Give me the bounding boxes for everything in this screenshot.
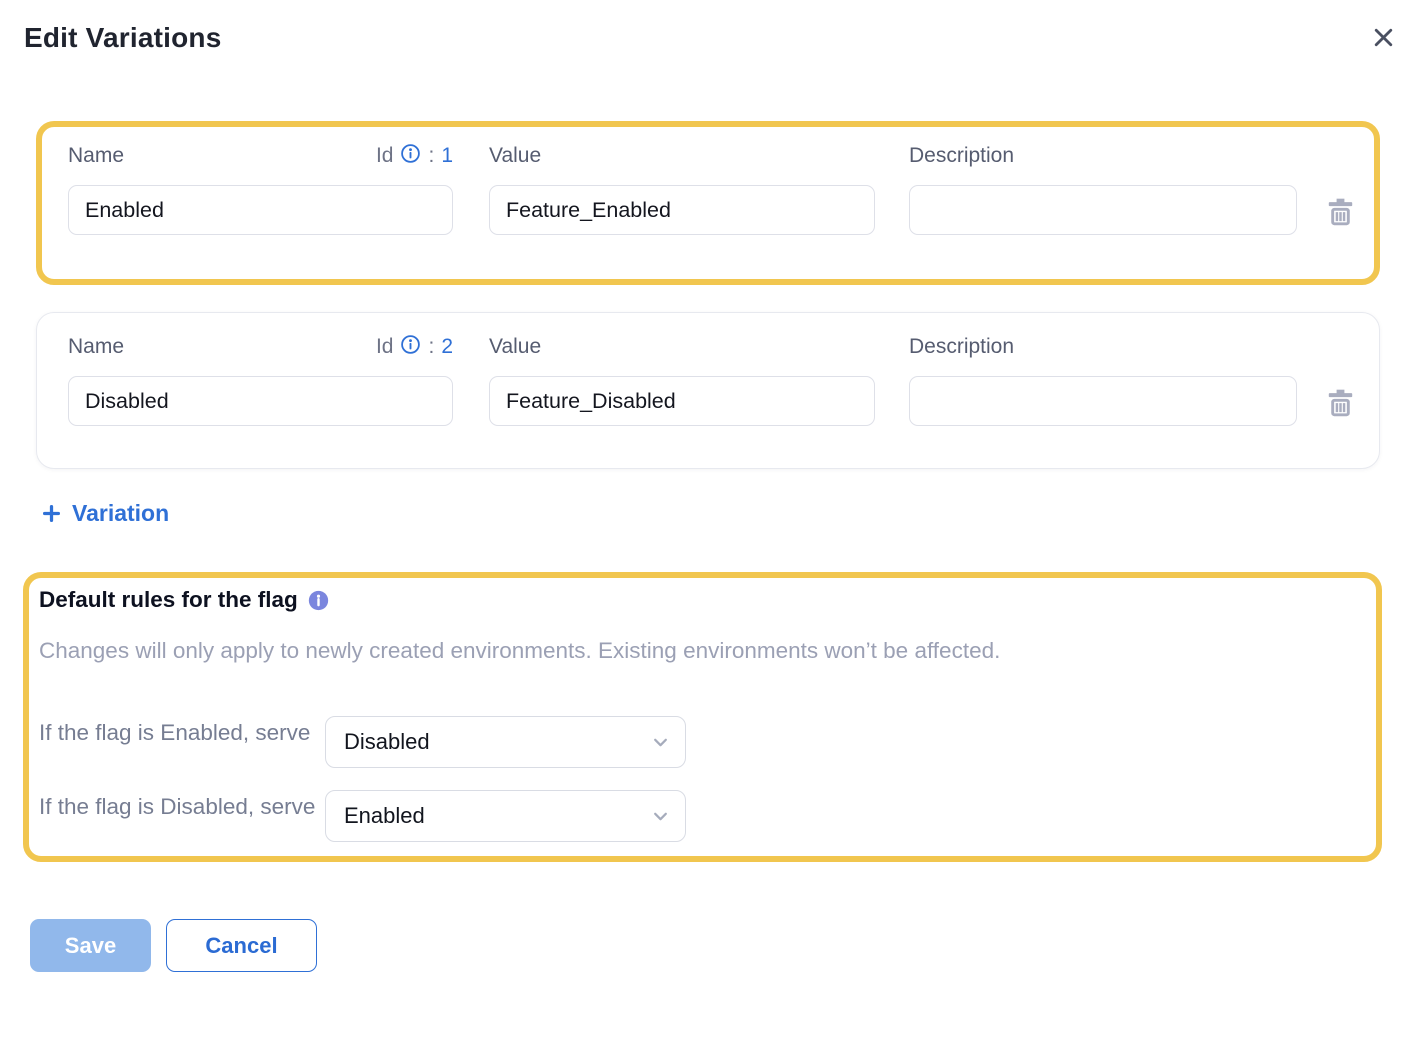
add-variation-label: Variation xyxy=(72,500,169,527)
id-label: Id xyxy=(376,335,394,359)
variation-name-input[interactable] xyxy=(68,376,453,426)
close-button[interactable] xyxy=(1368,24,1398,54)
plus-icon xyxy=(42,504,61,523)
close-icon xyxy=(1371,25,1396,53)
info-icon[interactable] xyxy=(400,143,421,170)
dialog-title: Edit Variations xyxy=(24,22,1396,54)
value-column-label: Value xyxy=(489,144,541,168)
variation-card-1: Name Id : 1 Value xyxy=(36,121,1380,285)
rule-label: If the flag is Enabled, serve xyxy=(39,716,325,749)
id-colon: : xyxy=(428,144,434,168)
variation-id-badge: Id : 2 xyxy=(376,334,453,361)
trash-icon xyxy=(1327,388,1354,420)
description-column-label: Description xyxy=(909,144,1014,168)
chevron-down-icon xyxy=(652,808,669,825)
variation-description-input[interactable] xyxy=(909,185,1297,235)
variation-id-badge: Id : 1 xyxy=(376,143,453,170)
value-column-label: Value xyxy=(489,335,541,359)
name-column-label: Name xyxy=(68,144,124,168)
variation-value-input[interactable] xyxy=(489,185,875,235)
variation-description-input[interactable] xyxy=(909,376,1297,426)
id-value: 2 xyxy=(441,335,453,359)
dialog-footer: Save Cancel xyxy=(30,919,1420,972)
name-column-label: Name xyxy=(68,335,124,359)
variation-card-2: Name Id : 2 Value xyxy=(36,312,1380,469)
select-value: Disabled xyxy=(344,729,430,755)
rule-row-disabled: If the flag is Disabled, serve Enabled xyxy=(39,790,1356,842)
chevron-down-icon xyxy=(652,734,669,751)
variation-value-input[interactable] xyxy=(489,376,875,426)
default-rules-title: Default rules for the flag xyxy=(39,587,298,613)
id-value: 1 xyxy=(441,144,453,168)
add-variation-button[interactable]: Variation xyxy=(42,500,169,527)
serve-variation-select[interactable]: Disabled xyxy=(325,716,686,768)
default-rules-list: If the flag is Enabled, serve Disabled I… xyxy=(39,716,1356,842)
save-button[interactable]: Save xyxy=(30,919,151,972)
rule-row-enabled: If the flag is Enabled, serve Disabled xyxy=(39,716,1356,768)
default-rules-card: Default rules for the flag Changes will … xyxy=(23,572,1382,862)
dialog-header: Edit Variations xyxy=(0,0,1420,54)
delete-variation-button[interactable] xyxy=(1326,389,1354,419)
default-rules-note: Changes will only apply to newly created… xyxy=(39,636,1356,666)
id-label: Id xyxy=(376,144,394,168)
trash-icon xyxy=(1327,197,1354,229)
select-value: Enabled xyxy=(344,803,425,829)
info-filled-icon[interactable] xyxy=(308,590,329,611)
id-colon: : xyxy=(428,335,434,359)
variation-name-input[interactable] xyxy=(68,185,453,235)
serve-variation-select[interactable]: Enabled xyxy=(325,790,686,842)
delete-variation-button[interactable] xyxy=(1326,198,1354,228)
cancel-button[interactable]: Cancel xyxy=(166,919,317,972)
rule-label: If the flag is Disabled, serve xyxy=(39,790,325,823)
description-column-label: Description xyxy=(909,335,1014,359)
info-icon[interactable] xyxy=(400,334,421,361)
